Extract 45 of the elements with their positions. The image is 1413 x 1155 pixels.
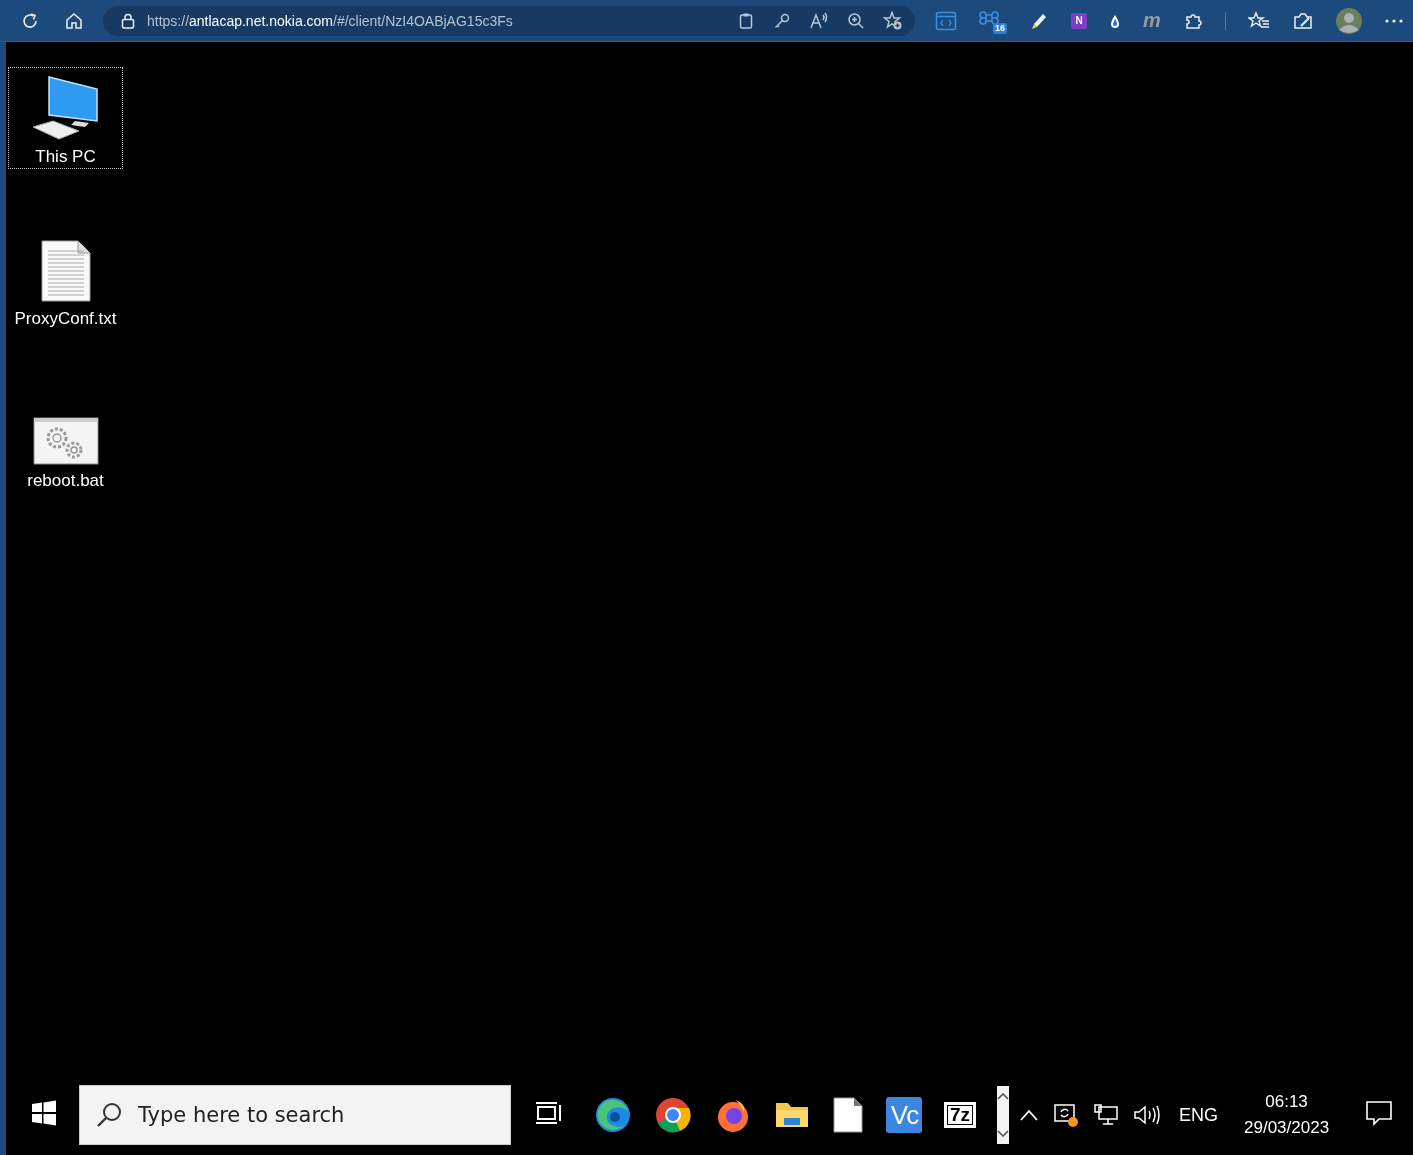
zoom-in-icon[interactable]: [847, 11, 865, 30]
edge-browser-icon[interactable]: [594, 1096, 632, 1134]
desktop-shortcut[interactable]: ProxyConf.txt: [8, 229, 123, 331]
screenshot-icon[interactable]: [1291, 10, 1314, 31]
key-icon[interactable]: [773, 11, 791, 30]
command-extension[interactable]: 16: [979, 7, 1007, 34]
notification-icon[interactable]: [1365, 1100, 1394, 1126]
system-clock[interactable]: 06:13 29/03/2023: [1244, 1089, 1330, 1141]
lock-icon: [121, 12, 135, 29]
task-view-icon[interactable]: [535, 1101, 563, 1125]
desktop-shortcut[interactable]: reboot.bat: [8, 391, 123, 493]
blank-document-icon[interactable]: [832, 1096, 864, 1134]
caret-up-icon: [997, 1092, 1009, 1100]
input-language-indicator[interactable]: ENG: [1179, 1104, 1218, 1126]
code-window-icon[interactable]: [935, 10, 957, 31]
computer-icon: [30, 75, 101, 141]
home-icon[interactable]: [65, 11, 83, 30]
more-icon[interactable]: [1383, 17, 1404, 24]
caret-down-icon: [997, 1130, 1009, 1138]
url-text[interactable]: https://antlacap.net.nokia.com/#/client/NzI4OABjAG15c3Fs: [147, 12, 737, 29]
gears-window-icon: [32, 417, 99, 465]
taskbar-scroll-buttons[interactable]: [997, 1086, 1009, 1144]
profile-avatar-icon[interactable]: [1335, 7, 1362, 34]
clock-date: 29/03/2023: [1244, 1117, 1330, 1139]
network-icon[interactable]: [1093, 1103, 1119, 1127]
7zip-icon[interactable]: 7z: [944, 1102, 976, 1128]
favorites-icon[interactable]: [1247, 10, 1270, 31]
address-bar[interactable]: https://antlacap.net.nokia.com/#/client/NzI4OABjAG15c3Fs: [103, 5, 915, 36]
notebook-extension[interactable]: N: [1071, 12, 1087, 29]
vnc-viewer-icon[interactable]: Vc: [886, 1097, 922, 1133]
clock-time: 06:13: [1265, 1091, 1308, 1113]
clipboard-icon[interactable]: [737, 11, 755, 30]
speaker-icon[interactable]: [1133, 1104, 1161, 1126]
remote-app-icon[interactable]: [1053, 1102, 1079, 1128]
chrome-browser-icon[interactable]: [654, 1096, 692, 1134]
text-file-icon: [39, 239, 92, 303]
search-icon: [95, 1101, 123, 1129]
windows-start-icon[interactable]: [31, 1100, 57, 1126]
count-badge: 16: [993, 22, 1007, 34]
show-hidden-icons-caret-icon[interactable]: [1019, 1109, 1039, 1121]
read-aloud-icon[interactable]: [809, 11, 829, 30]
search-field[interactable]: Type here to search: [79, 1085, 511, 1145]
add-favorite-icon[interactable]: [883, 10, 903, 31]
desktop-shortcut[interactable]: This PC: [8, 67, 123, 169]
reload-icon[interactable]: [21, 11, 39, 30]
